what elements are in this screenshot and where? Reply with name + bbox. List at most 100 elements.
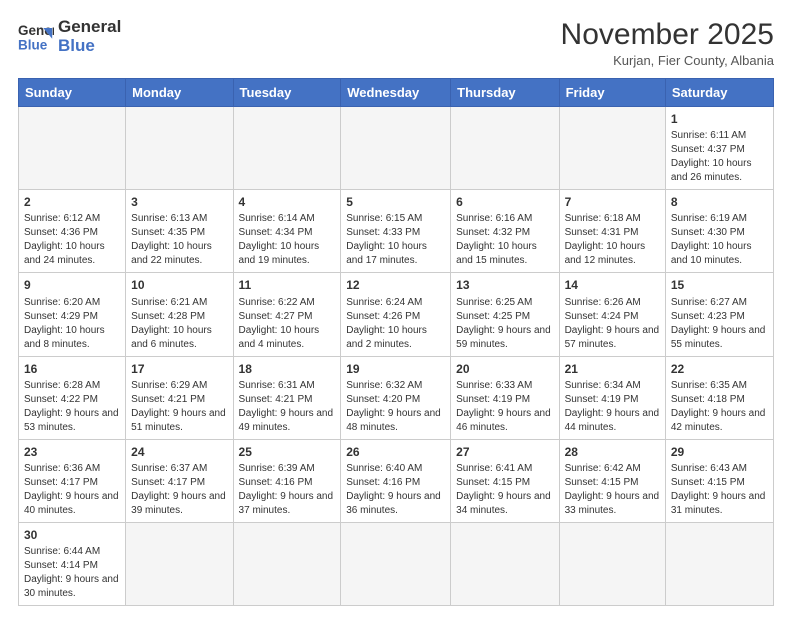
day-number: 9 — [24, 277, 120, 293]
calendar-cell — [233, 107, 341, 190]
day-number: 11 — [239, 277, 336, 293]
day-number: 27 — [456, 444, 553, 460]
calendar-cell: 19 Sunrise: 6:32 AM Sunset: 4:20 PM Dayli… — [341, 356, 451, 439]
calendar-cell — [126, 107, 233, 190]
day-info: Sunrise: 6:34 AM Sunset: 4:19 PM Dayligh… — [565, 379, 660, 435]
calendar-cell: 22 Sunrise: 6:35 AM Sunset: 4:18 PM Dayli… — [665, 356, 773, 439]
calendar-cell: 26 Sunrise: 6:40 AM Sunset: 4:16 PM Dayli… — [341, 439, 451, 522]
day-info: Sunrise: 6:24 AM Sunset: 4:26 PM Dayligh… — [346, 296, 445, 352]
day-info: Sunrise: 6:32 AM Sunset: 4:20 PM Dayligh… — [346, 379, 445, 435]
day-number: 2 — [24, 194, 120, 210]
day-info: Sunrise: 6:28 AM Sunset: 4:22 PM Dayligh… — [24, 379, 120, 435]
calendar-cell: 9 Sunrise: 6:20 AM Sunset: 4:29 PM Daylig… — [19, 273, 126, 356]
calendar-row-1: 1Sunrise: 6:11 AM Sunset: 4:37 PM Daylig… — [19, 107, 774, 190]
calendar-cell — [19, 107, 126, 190]
day-number: 17 — [131, 361, 227, 377]
day-number: 28 — [565, 444, 660, 460]
calendar-row-6: 30 Sunrise: 6:44 AM Sunset: 4:14 PM Dayli… — [19, 522, 774, 605]
calendar-cell: 10Sunrise: 6:21 AM Sunset: 4:28 PM Dayli… — [126, 273, 233, 356]
day-info: Sunrise: 6:43 AM Sunset: 4:15 PM Dayligh… — [671, 462, 768, 518]
day-number: 7 — [565, 194, 660, 210]
col-header-monday: Monday — [126, 79, 233, 107]
day-info: Sunrise: 6:40 AM Sunset: 4:16 PM Dayligh… — [346, 462, 445, 518]
calendar-cell — [341, 107, 451, 190]
calendar-cell: 4 Sunrise: 6:14 AM Sunset: 4:34 PM Daylig… — [233, 190, 341, 273]
day-info: Sunrise: 6:37 AM Sunset: 4:17 PM Dayligh… — [131, 462, 227, 518]
day-info: Sunrise: 6:27 AM Sunset: 4:23 PM Dayligh… — [671, 296, 768, 352]
calendar-cell: 21 Sunrise: 6:34 AM Sunset: 4:19 PM Dayli… — [559, 356, 665, 439]
logo: General Blue General Blue — [18, 18, 121, 55]
calendar-cell — [665, 522, 773, 605]
calendar-cell: 18Sunrise: 6:31 AM Sunset: 4:21 PM Dayli… — [233, 356, 341, 439]
calendar-cell — [451, 107, 559, 190]
calendar-cell: 16 Sunrise: 6:28 AM Sunset: 4:22 PM Dayli… — [19, 356, 126, 439]
calendar-cell: 17 Sunrise: 6:29 AM Sunset: 4:21 PM Dayli… — [126, 356, 233, 439]
calendar-cell: 29 Sunrise: 6:43 AM Sunset: 4:15 PM Dayli… — [665, 439, 773, 522]
calendar-cell — [559, 522, 665, 605]
calendar-cell: 15 Sunrise: 6:27 AM Sunset: 4:23 PM Dayli… — [665, 273, 773, 356]
day-info: Sunrise: 6:33 AM Sunset: 4:19 PM Dayligh… — [456, 379, 553, 435]
header: General Blue General Blue November 2025 … — [18, 18, 774, 68]
day-number: 13 — [456, 277, 553, 293]
calendar-cell: 8 Sunrise: 6:19 AM Sunset: 4:30 PM Daylig… — [665, 190, 773, 273]
logo-blue: Blue — [58, 37, 121, 56]
day-number: 22 — [671, 361, 768, 377]
day-info: Sunrise: 6:13 AM Sunset: 4:35 PM Dayligh… — [131, 212, 227, 268]
day-number: 14 — [565, 277, 660, 293]
calendar-cell — [451, 522, 559, 605]
day-info: Sunrise: 6:26 AM Sunset: 4:24 PM Dayligh… — [565, 296, 660, 352]
calendar: SundayMondayTuesdayWednesdayThursdayFrid… — [18, 78, 774, 606]
calendar-cell: 6Sunrise: 6:16 AM Sunset: 4:32 PM Daylig… — [451, 190, 559, 273]
day-number: 19 — [346, 361, 445, 377]
col-header-saturday: Saturday — [665, 79, 773, 107]
page: General Blue General Blue November 2025 … — [0, 0, 792, 624]
calendar-header-row: SundayMondayTuesdayWednesdayThursdayFrid… — [19, 79, 774, 107]
calendar-cell — [341, 522, 451, 605]
day-number: 26 — [346, 444, 445, 460]
day-number: 30 — [24, 527, 120, 543]
calendar-row-3: 9 Sunrise: 6:20 AM Sunset: 4:29 PM Daylig… — [19, 273, 774, 356]
day-number: 4 — [239, 194, 336, 210]
day-number: 16 — [24, 361, 120, 377]
calendar-cell: 20Sunrise: 6:33 AM Sunset: 4:19 PM Dayli… — [451, 356, 559, 439]
day-info: Sunrise: 6:42 AM Sunset: 4:15 PM Dayligh… — [565, 462, 660, 518]
calendar-cell — [559, 107, 665, 190]
day-info: Sunrise: 6:35 AM Sunset: 4:18 PM Dayligh… — [671, 379, 768, 435]
calendar-cell: 24Sunrise: 6:37 AM Sunset: 4:17 PM Dayli… — [126, 439, 233, 522]
day-info: Sunrise: 6:21 AM Sunset: 4:28 PM Dayligh… — [131, 296, 227, 352]
calendar-cell — [126, 522, 233, 605]
calendar-cell: 27Sunrise: 6:41 AM Sunset: 4:15 PM Dayli… — [451, 439, 559, 522]
day-info: Sunrise: 6:25 AM Sunset: 4:25 PM Dayligh… — [456, 296, 553, 352]
day-info: Sunrise: 6:36 AM Sunset: 4:17 PM Dayligh… — [24, 462, 120, 518]
col-header-friday: Friday — [559, 79, 665, 107]
day-info: Sunrise: 6:44 AM Sunset: 4:14 PM Dayligh… — [24, 545, 120, 601]
calendar-row-5: 23 Sunrise: 6:36 AM Sunset: 4:17 PM Dayli… — [19, 439, 774, 522]
day-info: Sunrise: 6:20 AM Sunset: 4:29 PM Dayligh… — [24, 296, 120, 352]
day-number: 23 — [24, 444, 120, 460]
day-info: Sunrise: 6:19 AM Sunset: 4:30 PM Dayligh… — [671, 212, 768, 268]
logo-icon: General Blue — [18, 19, 54, 55]
day-info: Sunrise: 6:18 AM Sunset: 4:31 PM Dayligh… — [565, 212, 660, 268]
day-number: 8 — [671, 194, 768, 210]
calendar-cell: 25Sunrise: 6:39 AM Sunset: 4:16 PM Dayli… — [233, 439, 341, 522]
title-block: November 2025 Kurjan, Fier County, Alban… — [561, 18, 774, 68]
day-info: Sunrise: 6:14 AM Sunset: 4:34 PM Dayligh… — [239, 212, 336, 268]
col-header-thursday: Thursday — [451, 79, 559, 107]
calendar-cell: 14 Sunrise: 6:26 AM Sunset: 4:24 PM Dayli… — [559, 273, 665, 356]
day-number: 1 — [671, 111, 768, 127]
day-info: Sunrise: 6:15 AM Sunset: 4:33 PM Dayligh… — [346, 212, 445, 268]
day-number: 15 — [671, 277, 768, 293]
day-number: 3 — [131, 194, 227, 210]
day-number: 29 — [671, 444, 768, 460]
subtitle: Kurjan, Fier County, Albania — [561, 53, 774, 68]
day-number: 21 — [565, 361, 660, 377]
col-header-sunday: Sunday — [19, 79, 126, 107]
col-header-wednesday: Wednesday — [341, 79, 451, 107]
day-info: Sunrise: 6:12 AM Sunset: 4:36 PM Dayligh… — [24, 212, 120, 268]
logo-general: General — [58, 18, 121, 37]
calendar-cell: 7 Sunrise: 6:18 AM Sunset: 4:31 PM Daylig… — [559, 190, 665, 273]
calendar-cell: 2 Sunrise: 6:12 AM Sunset: 4:36 PM Daylig… — [19, 190, 126, 273]
calendar-row-2: 2 Sunrise: 6:12 AM Sunset: 4:36 PM Daylig… — [19, 190, 774, 273]
day-info: Sunrise: 6:29 AM Sunset: 4:21 PM Dayligh… — [131, 379, 227, 435]
calendar-row-4: 16 Sunrise: 6:28 AM Sunset: 4:22 PM Dayli… — [19, 356, 774, 439]
